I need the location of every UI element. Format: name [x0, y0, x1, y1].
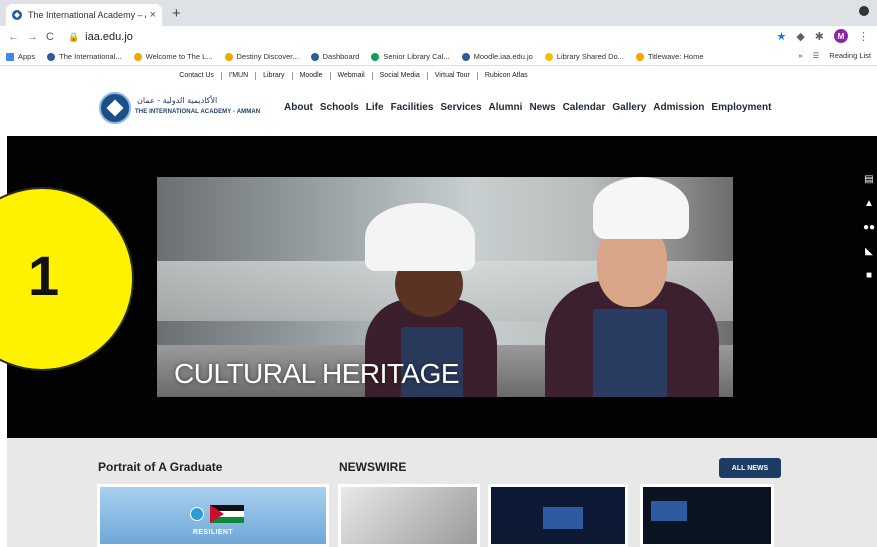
reading-list-icon[interactable]: ☰ — [813, 51, 820, 60]
bookmark-favicon-icon — [371, 52, 380, 61]
chef-hat-boy — [593, 177, 689, 239]
portrait-heading: Portrait of A Graduate — [98, 460, 223, 474]
bookmark-favicon-icon — [310, 52, 319, 61]
nav-item-admission[interactable]: Admission — [653, 102, 704, 113]
portrait-card-label: RESILIENT — [192, 529, 234, 536]
bookmark-item[interactable]: Moodle.iaa.edu.jo — [461, 52, 533, 61]
utility-link[interactable]: Social Media — [373, 71, 428, 80]
bookmark-favicon-icon — [635, 52, 644, 61]
utility-links: Contact Us I'MUN Library Moodle Webmail Socia… — [0, 67, 877, 84]
profile-avatar[interactable]: M — [834, 29, 848, 43]
extension-icon[interactable]: ◆ — [796, 30, 804, 43]
nav-item-employment[interactable]: Employment — [711, 102, 771, 113]
browser-toolbar: ← → C 🔒 iaa.edu.jo ★ ◆ ✱ M ⋮ — [0, 26, 877, 48]
bookmark-favicon-icon — [47, 52, 56, 61]
step-badge-number: 1 — [28, 244, 60, 307]
logo-arabic-text[interactable]: الأكاديمية الدولية - عمان — [137, 96, 217, 105]
bookmark-label: Moodle.iaa.edu.jo — [473, 52, 533, 61]
news-card-2[interactable] — [488, 484, 628, 547]
utility-link[interactable]: Library — [256, 71, 293, 80]
bookmark-label: Dashboard — [322, 52, 360, 61]
tab-close-icon[interactable]: × — [150, 9, 156, 21]
bookmark-item[interactable]: Destiny Discover... — [224, 52, 299, 61]
bookmark-label: The International... — [59, 52, 122, 61]
community-icon[interactable]: ●● — [862, 221, 876, 235]
reading-list-button[interactable]: Reading List — [829, 51, 871, 60]
bookmark-item[interactable]: Dashboard — [310, 52, 360, 61]
bookmark-favicon-icon — [224, 52, 233, 61]
bookmarks-right: » ☰ Reading List — [798, 51, 871, 60]
news-card-2-screen — [543, 507, 583, 529]
hero-caption: CULTURAL HERITAGE — [174, 358, 460, 389]
toolbar-actions: ★ ◆ ✱ M ⋮ — [776, 29, 869, 43]
nav-item-about[interactable]: About — [284, 102, 313, 113]
site-favicon-icon — [12, 10, 22, 20]
nav-item-facilities[interactable]: Facilities — [391, 102, 434, 113]
bookmark-item[interactable]: The International... — [47, 52, 122, 61]
extensions-puzzle-icon[interactable]: ✱ — [815, 30, 824, 43]
hand-icon[interactable]: ◣ — [862, 245, 876, 259]
nav-item-alumni[interactable]: Alumni — [489, 102, 523, 113]
bookmark-item[interactable]: Apps — [6, 52, 35, 61]
newswire-heading: NEWSWIRE — [339, 460, 407, 474]
bus-icon[interactable]: ■ — [862, 269, 876, 283]
all-news-button[interactable]: ALL NEWS — [719, 458, 781, 478]
utility-link[interactable]: Virtual Tour — [428, 71, 478, 80]
student-boy-apron — [593, 309, 667, 397]
nav-item-services[interactable]: Services — [440, 102, 481, 113]
news-card-3-screen — [651, 501, 687, 521]
bookmark-favicon-icon — [461, 52, 470, 61]
more-bookmarks-icon[interactable]: » — [798, 51, 802, 60]
bookmarks-bar: Apps The International... Welcome to The L… — [0, 48, 877, 66]
lock-icon[interactable]: 🔒 — [68, 32, 79, 43]
jordan-flag-icon — [210, 505, 244, 523]
browser-tab[interactable]: The International Academy – A × — [6, 4, 162, 26]
record-indicator-icon[interactable] — [859, 6, 869, 16]
logo-english-text[interactable]: THE INTERNATIONAL ACADEMY - AMMAN — [135, 109, 260, 115]
bookmark-label: Senior Library Cal... — [383, 52, 450, 61]
side-quick-links: ▤ ▲ ●● ◣ ■ — [862, 173, 876, 283]
utility-link[interactable]: Webmail — [331, 71, 373, 80]
utility-link[interactable]: Moodle — [293, 71, 331, 80]
news-card-1[interactable] — [338, 484, 480, 547]
nav-item-schools[interactable]: Schools — [320, 102, 359, 113]
apps-grid-icon — [6, 52, 14, 61]
nav-item-gallery[interactable]: Gallery — [612, 102, 646, 113]
main-navigation: About Schools Life Facilities Services Alumni… — [284, 102, 771, 113]
browser-tab-strip: The International Academy – A × + — [0, 0, 877, 26]
portrait-card[interactable]: RESILIENT — [97, 484, 329, 547]
bookmark-item[interactable]: Welcome to The L... — [133, 52, 213, 61]
bookmark-label: Titlewave: Home — [647, 52, 704, 61]
reload-icon[interactable]: C — [46, 31, 54, 43]
chef-hat-girl — [365, 203, 475, 271]
site-header: الأكاديمية الدولية - عمان THE INTERNATIO… — [0, 84, 877, 136]
academy-logo-icon[interactable] — [99, 92, 131, 124]
tab-title: The International Academy – A — [28, 10, 146, 20]
globe-icon — [190, 507, 204, 521]
graduation-icon[interactable]: ▲ — [862, 197, 876, 211]
bookmark-item[interactable]: Library Shared Do... — [544, 52, 624, 61]
nav-item-news[interactable]: News — [529, 102, 555, 113]
utility-link[interactable]: Contact Us — [172, 71, 222, 80]
bookmark-favicon-icon — [544, 52, 553, 61]
news-card-3[interactable] — [640, 484, 774, 547]
address-bar[interactable]: iaa.edu.jo — [85, 31, 133, 43]
bookmark-label: Destiny Discover... — [236, 52, 299, 61]
back-icon[interactable]: ← — [8, 31, 19, 43]
nav-item-calendar[interactable]: Calendar — [563, 102, 606, 113]
new-tab-button[interactable]: + — [172, 5, 181, 22]
utility-link[interactable]: Rubicon Atlas — [478, 72, 535, 80]
bookmark-item[interactable]: Senior Library Cal... — [371, 52, 450, 61]
bookmark-label: Welcome to The L... — [145, 52, 213, 61]
bookmark-label: Library Shared Do... — [556, 52, 624, 61]
nav-item-life[interactable]: Life — [366, 102, 384, 113]
document-icon[interactable]: ▤ — [862, 173, 876, 187]
utility-link[interactable]: I'MUN — [222, 71, 257, 80]
menu-dots-icon[interactable]: ⋮ — [858, 30, 869, 43]
bookmark-favicon-icon — [133, 52, 142, 61]
bookmark-star-icon[interactable]: ★ — [776, 30, 786, 43]
bookmark-label: Apps — [18, 52, 36, 61]
bookmark-item[interactable]: Titlewave: Home — [635, 52, 704, 61]
forward-icon[interactable]: → — [27, 31, 38, 43]
